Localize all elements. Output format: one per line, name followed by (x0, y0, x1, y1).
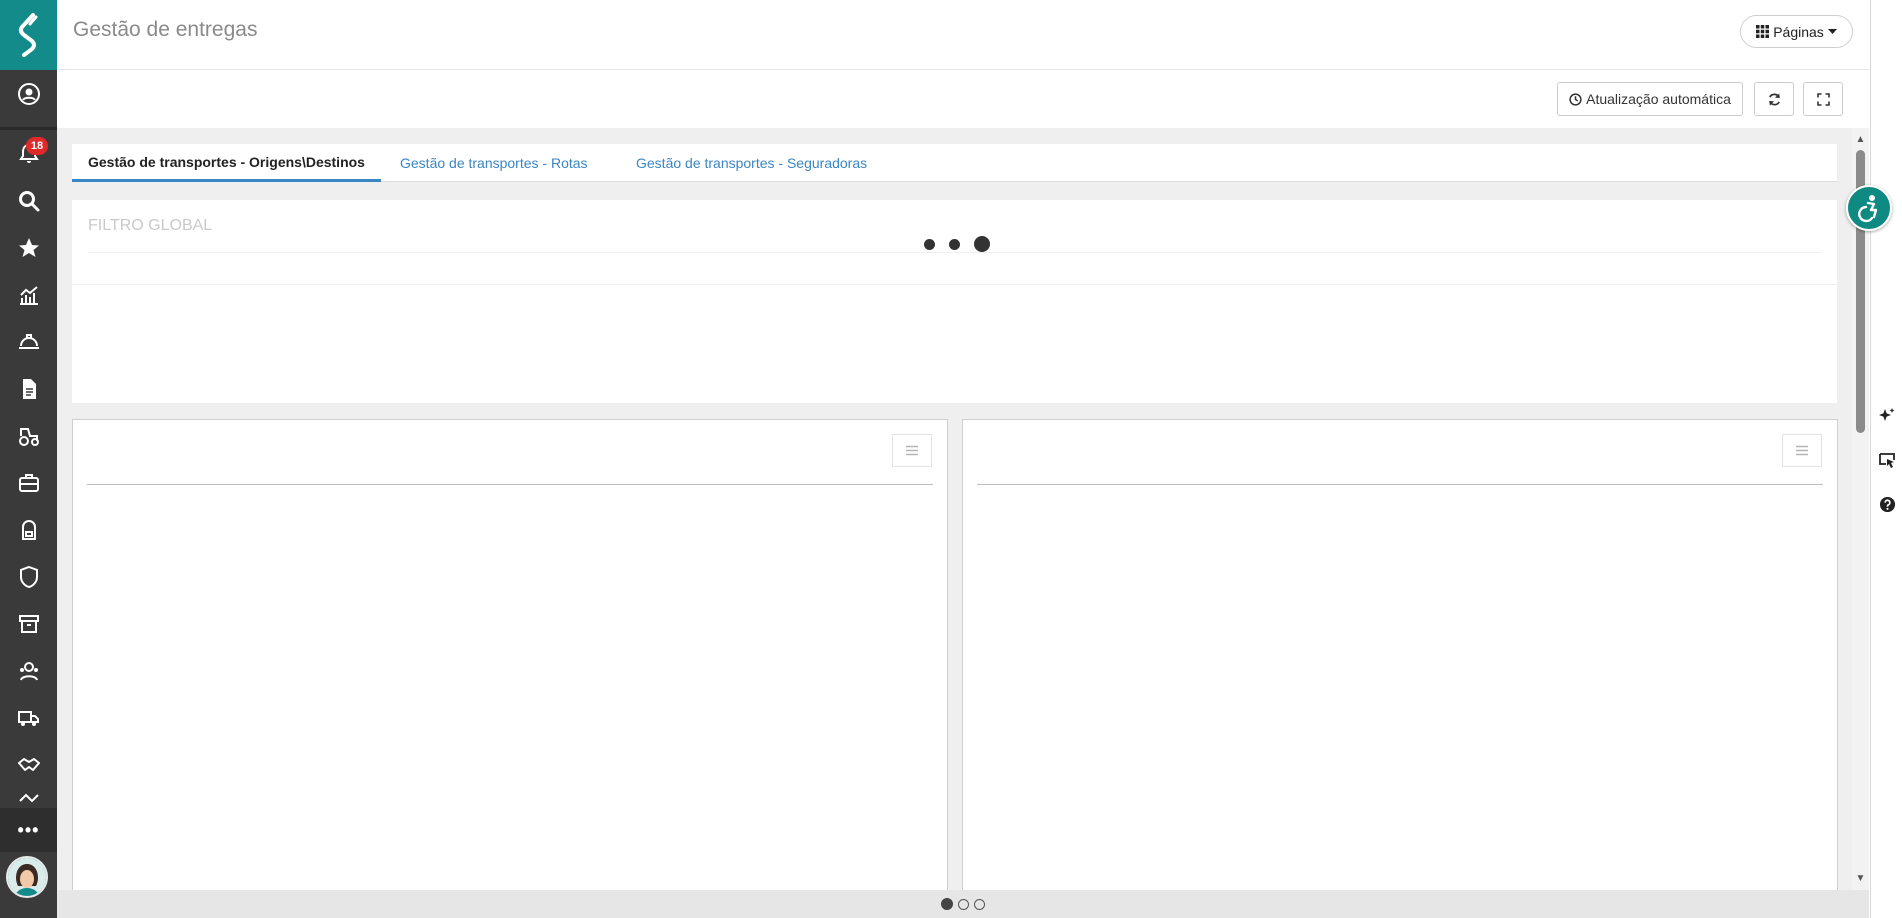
tractor-icon (18, 428, 39, 446)
truck-icon (17, 711, 39, 726)
accessibility-button[interactable] (1846, 185, 1892, 231)
tab-bar: Gestão de transportes - Origens\Destinos… (72, 144, 1837, 182)
scroll-up-icon[interactable]: ▲ (1855, 134, 1866, 145)
document-icon (22, 379, 36, 399)
pointer-card-icon[interactable] (1877, 450, 1897, 470)
expand-icon (1816, 92, 1830, 106)
pages-dropdown-button[interactable]: Páginas (1740, 15, 1853, 48)
user-photo-icon (8, 858, 46, 896)
page-indicator (57, 890, 1869, 918)
sidebar-item-favorites[interactable] (0, 225, 57, 271)
app-logo[interactable] (0, 0, 57, 70)
notification-badge: 18 (26, 137, 48, 155)
loading-dot (949, 238, 960, 250)
sidebar-item-safety[interactable] (0, 319, 57, 365)
dashboard-content: Gestão de transportes - Origens\Destinos… (57, 128, 1857, 890)
hamburger-icon (1796, 445, 1808, 456)
ai-sparkle-icon[interactable] (1877, 406, 1897, 426)
tab-origens-destinos[interactable]: Gestão de transportes - Origens\Destinos (72, 144, 381, 182)
widget-menu-button[interactable] (1782, 434, 1822, 467)
tab-rotas[interactable]: Gestão de transportes - Rotas (384, 144, 604, 182)
sidebar-item-more-partial[interactable] (0, 789, 57, 808)
shield-icon (19, 565, 38, 589)
caret-down-icon (1827, 28, 1837, 34)
sidebar-item-search[interactable] (0, 178, 57, 224)
user-circle-icon (17, 83, 40, 105)
sidebar-divider (0, 127, 57, 130)
refresh-icon (1768, 92, 1780, 106)
pages-button-label: Páginas (1773, 23, 1824, 40)
hard-hat-icon (18, 334, 39, 349)
sidebar-item-security[interactable] (0, 554, 57, 600)
tag-icon (18, 793, 39, 803)
sidebar-item-documents[interactable] (0, 366, 57, 412)
sidebar-item-analytics[interactable] (0, 272, 57, 318)
filter-title: FILTRO GLOBAL (88, 217, 213, 234)
sidebar-item-transport[interactable] (0, 695, 57, 741)
toolbar: Atualização automática (57, 71, 1869, 128)
fullscreen-button[interactable] (1803, 82, 1843, 116)
help-icon[interactable] (1877, 494, 1897, 514)
page-dot-3[interactable] (974, 898, 985, 910)
page-dot-2[interactable] (958, 898, 969, 910)
scroll-down-icon[interactable]: ▼ (1855, 873, 1866, 884)
widget-panel-left (72, 419, 948, 890)
more-button[interactable]: ••• (0, 808, 57, 852)
global-filter-panel: FILTRO GLOBAL (72, 200, 1837, 403)
loading-dot (924, 238, 935, 250)
auto-update-label: Atualização automática (1586, 91, 1731, 107)
sidebar-item-notifications[interactable]: 18 (0, 131, 57, 177)
hamburger-icon (906, 445, 918, 456)
briefcase-icon (18, 474, 39, 492)
loading-indicator (924, 236, 990, 252)
sidebar-item-equipment[interactable] (0, 413, 57, 459)
chart-icon (19, 286, 38, 305)
filter-divider (88, 252, 1821, 253)
page-title: Gestão de entregas (73, 18, 258, 41)
backpack-icon (21, 520, 36, 540)
sidebar-item-team[interactable] (0, 648, 57, 694)
star-icon (18, 238, 39, 257)
filter-divider-bottom (72, 284, 1837, 285)
archive-icon (18, 615, 39, 633)
tab-seguradoras[interactable]: Gestão de transportes - Seguradoras (620, 144, 883, 182)
logo-icon (18, 13, 37, 57)
sidebar: 18 ••• (0, 0, 57, 918)
widget-divider (977, 484, 1823, 485)
vertical-scrollbar[interactable]: ▲ ▼ (1852, 128, 1869, 890)
refresh-button[interactable] (1754, 82, 1794, 116)
loading-dot (974, 236, 990, 252)
avatar[interactable] (6, 856, 48, 898)
search-icon (18, 191, 39, 212)
widget-divider (87, 484, 933, 485)
users-icon (19, 662, 38, 681)
widget-menu-button[interactable] (892, 434, 932, 467)
sidebar-item-profile[interactable] (0, 71, 57, 117)
sidebar-item-inventory[interactable] (0, 601, 57, 647)
right-rail (1870, 0, 1902, 918)
sidebar-item-partners[interactable] (0, 742, 57, 788)
page-dot-1[interactable] (941, 898, 953, 910)
clock-icon (1569, 92, 1582, 106)
sidebar-item-business[interactable] (0, 460, 57, 506)
sidebar-item-backpack[interactable] (0, 507, 57, 553)
header: Gestão de entregas Páginas (57, 0, 1869, 70)
widget-panel-right (962, 419, 1838, 890)
handshake-icon (17, 758, 40, 771)
grid-icon (1756, 25, 1770, 38)
auto-update-button[interactable]: Atualização automática (1557, 82, 1743, 116)
accessibility-icon (1858, 195, 1878, 223)
